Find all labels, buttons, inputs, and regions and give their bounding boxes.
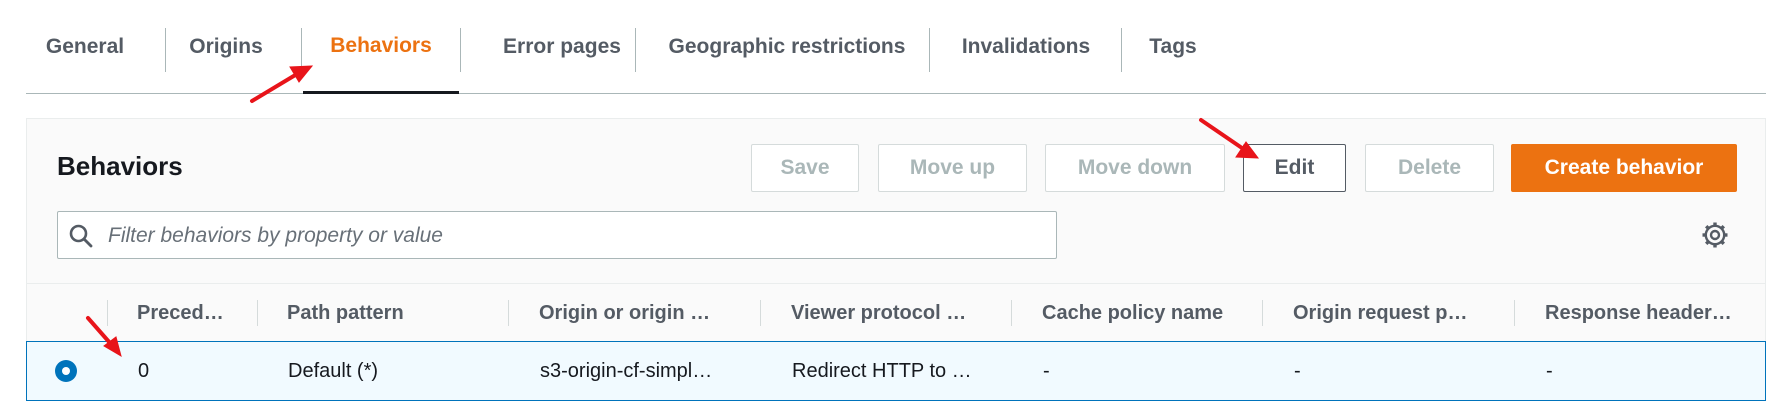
tab-bar: General Origins Behaviors Error pages Ge… — [26, 0, 1766, 94]
tab-tags[interactable]: Tags — [1123, 0, 1223, 93]
cell-origin-request-policy: - — [1294, 359, 1301, 382]
radio-selected-icon[interactable] — [55, 360, 77, 382]
move-up-button[interactable]: Move up — [878, 144, 1027, 192]
cell-response-headers: - — [1546, 359, 1553, 382]
column-divider — [257, 300, 258, 326]
delete-button[interactable]: Delete — [1365, 144, 1494, 192]
column-header-origin-request-policy[interactable]: Origin request p… — [1293, 284, 1503, 342]
search-icon — [69, 224, 93, 248]
column-header-precedence[interactable]: Preced… — [137, 284, 247, 342]
tab-origins[interactable]: Origins — [166, 0, 286, 93]
tab-error-pages[interactable]: Error pages — [462, 0, 662, 93]
cell-cache-policy: - — [1043, 359, 1050, 382]
gear-icon[interactable] — [1701, 221, 1729, 249]
tab-divider — [635, 28, 636, 72]
column-header-response-headers[interactable]: Response header… — [1545, 284, 1745, 342]
column-header-viewer-protocol[interactable]: Viewer protocol … — [791, 284, 1001, 342]
create-behavior-button[interactable]: Create behavior — [1511, 144, 1737, 192]
column-divider — [1514, 300, 1515, 326]
table-header: Preced… Path pattern Origin or origin … … — [27, 283, 1765, 342]
search-box — [57, 211, 1057, 260]
behaviors-panel: Behaviors Save Move up Move down Edit De… — [26, 118, 1766, 401]
tab-behaviors[interactable]: Behaviors — [303, 0, 459, 94]
column-header-path-pattern[interactable]: Path pattern — [287, 284, 497, 342]
tab-invalidations[interactable]: Invalidations — [931, 0, 1121, 93]
tab-general[interactable]: General — [26, 0, 144, 93]
tab-divider — [929, 28, 930, 72]
cell-precedence: 0 — [138, 359, 150, 382]
table-row[interactable]: 0 Default (*) s3-origin-cf-simpl… Redire… — [26, 341, 1766, 401]
move-down-button[interactable]: Move down — [1045, 144, 1225, 192]
column-divider — [760, 300, 761, 326]
column-divider — [508, 300, 509, 326]
column-header-origin[interactable]: Origin or origin … — [539, 284, 749, 342]
cell-viewer-protocol: Redirect HTTP to … — [792, 359, 972, 382]
edit-button[interactable]: Edit — [1243, 144, 1346, 192]
panel-title: Behaviors — [57, 151, 183, 181]
column-divider — [1011, 300, 1012, 326]
column-divider — [107, 300, 108, 326]
cell-path-pattern: Default (*) — [288, 359, 379, 382]
cell-origin: s3-origin-cf-simpl… — [540, 359, 713, 382]
search-input[interactable] — [106, 212, 1050, 260]
tab-divider — [1121, 28, 1122, 72]
column-header-cache-policy[interactable]: Cache policy name — [1042, 284, 1252, 342]
column-divider — [1262, 300, 1263, 326]
tab-divider — [301, 28, 302, 72]
tab-divider — [460, 28, 461, 72]
tab-geographic-restrictions[interactable]: Geographic restrictions — [637, 0, 937, 93]
save-button[interactable]: Save — [751, 144, 859, 192]
